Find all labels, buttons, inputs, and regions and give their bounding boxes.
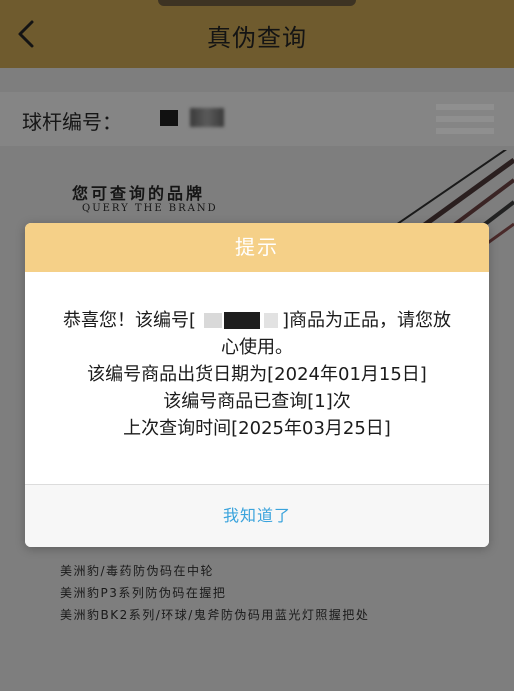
brand-title: 您可查询的品牌 [72, 184, 206, 203]
message-line-2: 心使用。 [221, 337, 293, 358]
app-header: 真伪查询 [0, 0, 514, 68]
header-notch [158, 0, 356, 6]
note-line: 美洲豹BK2系列/环球/鬼斧防伪码用蓝光灯照握把处 [60, 608, 370, 622]
serial-label: 球杆编号： [22, 110, 122, 134]
dialog-message: 恭喜您！该编号[ ]商品为正品，请您放 心使用。 该编号商品出货日期为[2024年… [43, 307, 471, 442]
alert-dialog: 提示 恭喜您！该编号[ ]商品为正品，请您放 心使用。 该编号商品出货日期为[20… [25, 223, 489, 547]
serial-row: 球杆编号： [0, 92, 514, 146]
note-line: 美洲豹/毒药防伪码在中轮 [60, 564, 215, 578]
brand-notes: 美洲豹/毒药防伪码在中轮 美洲豹P3系列防伪码在握把 美洲豹BK2系列/环球/鬼… [60, 560, 369, 626]
message-text: ]商品为正品，请您放 [282, 310, 452, 331]
brand-subtitle: QUERY THE BRAND [82, 203, 218, 214]
confirm-button[interactable]: 我知道了 [25, 485, 489, 547]
message-line-1: 恭喜您！该编号[ ]商品为正品，请您放 [43, 307, 471, 334]
serial-redaction-blur [190, 108, 224, 127]
serial-redaction [160, 110, 178, 126]
dialog-title: 提示 [25, 223, 489, 272]
message-line-3: 该编号商品出货日期为[2024年01月15日] [87, 364, 427, 385]
serial-redaction [196, 311, 282, 329]
page-title: 真伪查询 [207, 24, 307, 52]
serial-decoration [436, 104, 494, 134]
message-text: 恭喜您！该编号[ [62, 310, 196, 331]
message-line-5: 上次查询时间[2025年03月25日] [123, 418, 391, 439]
message-line-4: 该编号商品已查询[1]次 [163, 391, 351, 412]
note-line: 美洲豹P3系列防伪码在握把 [60, 586, 227, 600]
